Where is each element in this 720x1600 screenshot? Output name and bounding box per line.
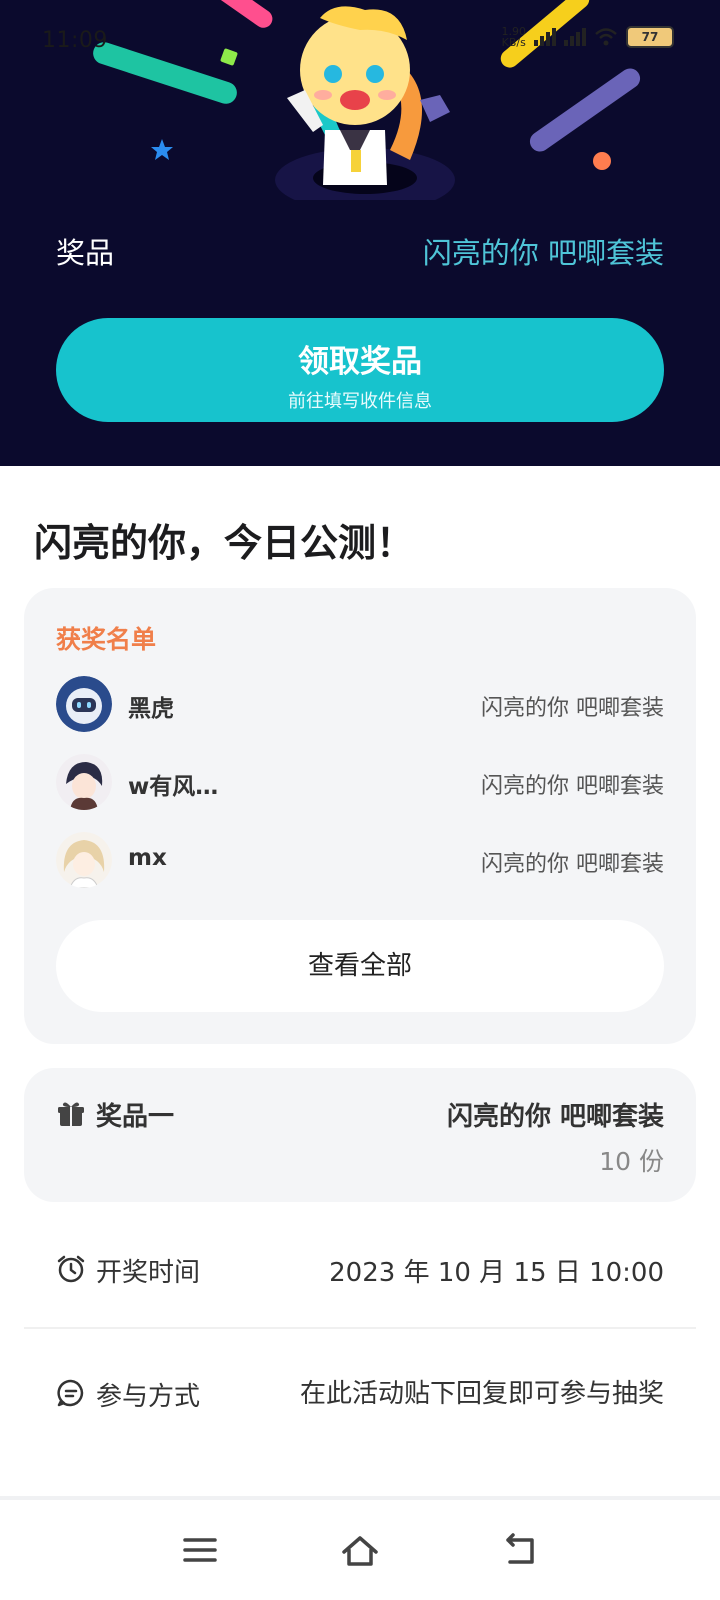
participation-label: 参与方式: [96, 1382, 201, 1412]
claim-prize-button[interactable]: 领取奖品 前往填写收件信息: [56, 318, 664, 422]
prize-quantity: 10 份: [599, 1147, 664, 1176]
wifi-icon: [595, 28, 617, 46]
prize-label: 奖品一: [96, 1102, 175, 1132]
status-indicators: 1.90 KB/s 77: [501, 25, 674, 49]
signal-icon: [534, 28, 556, 46]
chat-bubble-icon: [57, 1379, 84, 1407]
participation-value: 在此活动贴下回复即可参与抽奖: [299, 1379, 664, 1409]
menu-icon[interactable]: [180, 1530, 220, 1570]
winner-prize: 闪亮的你 吧唧套装: [481, 774, 664, 799]
prize-name: 闪亮的你 吧唧套装: [446, 1102, 664, 1132]
gift-icon: [58, 1102, 84, 1126]
signal-icon: [564, 28, 586, 46]
status-time: 11:09: [42, 28, 108, 53]
draw-time-value: 2023 年 10 月 15 日 10:00: [329, 1258, 664, 1288]
back-icon[interactable]: [500, 1530, 540, 1570]
main-content: 闪亮的你，今日公测！ 获奖名单 黑虎 闪亮的你 吧唧套装 w有风… 闪亮的你 吧…: [0, 466, 720, 1500]
winner-prize: 闪亮的你 吧唧套装: [481, 852, 664, 877]
battery-indicator: 77: [626, 26, 674, 48]
winner-row[interactable]: w有风… 闪亮的你 吧唧套装: [56, 754, 664, 812]
avatar: [56, 676, 112, 732]
claim-button-title: 领取奖品: [298, 344, 422, 380]
winner-name: mx: [128, 845, 167, 871]
view-all-button[interactable]: 查看全部: [56, 920, 664, 1012]
star-decoration: [151, 139, 173, 160]
prize-card: 奖品一 闪亮的你 吧唧套装 10 份: [24, 1068, 696, 1202]
claim-button-subtitle: 前往填写收件信息: [288, 391, 432, 412]
winner-name: 黑虎: [128, 696, 174, 722]
system-nav-bar: [0, 1500, 720, 1600]
winner-prize: 闪亮的你 吧唧套装: [481, 696, 664, 721]
confetti-decoration: [593, 152, 611, 170]
winner-name: w有风…: [128, 774, 219, 800]
home-icon[interactable]: [340, 1530, 380, 1570]
draw-time-label: 开奖时间: [96, 1258, 201, 1288]
alarm-clock-icon: [57, 1255, 85, 1283]
hero-prize-value: 闪亮的你 吧唧套装: [422, 236, 664, 270]
avatar: [56, 754, 112, 810]
hero-banner: 11:09 1.90 KB/s 77 奖品 闪亮的你 吧唧套装 领取奖品 前往填…: [0, 0, 720, 466]
divider: [24, 1327, 696, 1329]
status-bar: 11:09 1.90 KB/s 77: [0, 0, 720, 80]
hero-prize-label: 奖品: [56, 236, 115, 270]
avatar: [56, 832, 112, 888]
winners-heading: 获奖名单: [56, 625, 157, 654]
winners-card: 获奖名单 黑虎 闪亮的你 吧唧套装 w有风… 闪亮的你 吧唧套装 mx 闪亮的你…: [24, 588, 696, 1044]
winner-row[interactable]: mx 闪亮的你 吧唧套装: [56, 832, 664, 890]
winner-row[interactable]: 黑虎 闪亮的你 吧唧套装: [56, 676, 664, 734]
page-title: 闪亮的你，今日公测！: [34, 521, 415, 565]
network-speed: 1.90 KB/s: [501, 25, 527, 49]
